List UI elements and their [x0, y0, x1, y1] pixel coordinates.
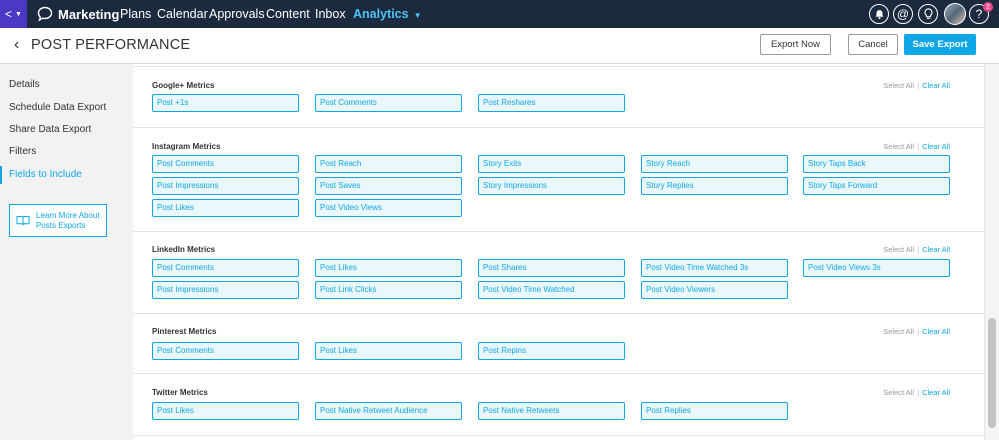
section-actions: Select All | Clear All — [883, 245, 950, 254]
field-chip[interactable]: Story Taps Forward — [803, 177, 950, 195]
notification-badge: 2 — [983, 2, 993, 12]
top-nav: < ▼ Marketing Plans Calendar Approvals Co… — [0, 0, 999, 28]
field-chip[interactable]: Post Replies — [641, 402, 788, 420]
chevron-down-icon: ▼ — [15, 10, 22, 18]
brand-title: Marketing — [58, 7, 120, 22]
field-chip[interactable]: Post Video Viewers — [641, 281, 788, 299]
section-actions: Select All | Clear All — [883, 81, 950, 90]
field-chip[interactable]: Post Impressions — [152, 177, 299, 195]
sidebar-item-share-data-export[interactable]: Share Data Export — [0, 121, 117, 139]
chat-bubble-icon — [37, 6, 53, 22]
field-chip[interactable]: Post Saves — [315, 177, 462, 195]
chevron-down-icon: ▼ — [413, 11, 422, 20]
field-chip[interactable]: Story Replies — [641, 177, 788, 195]
fields-panel: Google+ Metrics Select All | Clear All Pos… — [133, 64, 984, 440]
section-title: Instagram Metrics — [152, 142, 221, 151]
field-chip[interactable]: Post Native Retweets — [478, 402, 625, 420]
field-chip[interactable]: Post Comments — [152, 155, 299, 173]
page-title: POST PERFORMANCE — [31, 37, 191, 53]
section-title: Twitter Metrics — [152, 388, 208, 397]
bell-icon[interactable] — [869, 4, 889, 24]
learn-more-text: Learn More About Posts Exports — [36, 211, 100, 231]
clear-all-link[interactable]: Clear All — [922, 245, 950, 254]
field-chip[interactable]: Post Comments — [315, 94, 462, 112]
field-chip[interactable]: Post Reach — [315, 155, 462, 173]
book-icon — [16, 216, 30, 226]
nav-link-analytics[interactable]: Analytics ▼ — [353, 7, 422, 21]
sidebar-item-filters[interactable]: Filters — [0, 143, 117, 161]
nav-link-approvals[interactable]: Approvals — [209, 7, 265, 21]
field-chip[interactable]: Post Likes — [152, 402, 299, 420]
cancel-button[interactable]: Cancel — [848, 34, 898, 55]
export-now-button[interactable]: Export Now — [760, 34, 831, 55]
save-export-button[interactable]: Save Export — [904, 34, 976, 55]
nav-link-analytics-label: Analytics — [353, 7, 409, 21]
page-header: ‹ POST PERFORMANCE Export Now Cancel Sav… — [0, 28, 999, 64]
clear-all-link[interactable]: Clear All — [922, 327, 950, 336]
field-chip[interactable]: Post Link Clicks — [315, 281, 462, 299]
field-chip[interactable]: Post Comments — [152, 342, 299, 360]
section-actions: Select All | Clear All — [883, 388, 950, 397]
nav-link-content[interactable]: Content — [266, 7, 310, 21]
select-all-link[interactable]: Select All — [883, 245, 914, 254]
field-chip[interactable]: Story Impressions — [478, 177, 625, 195]
section-google-plus: Google+ Metrics Select All | Clear All Pos… — [133, 67, 984, 128]
share-icon: < — [5, 7, 13, 21]
sidebar-item-fields-to-include[interactable]: Fields to Include — [0, 166, 117, 184]
clear-all-link[interactable]: Clear All — [922, 81, 950, 90]
field-chip[interactable]: Post Impressions — [152, 281, 299, 299]
app-switcher-button[interactable]: < ▼ — [0, 0, 27, 28]
section-title: Google+ Metrics — [152, 81, 215, 90]
field-chip[interactable]: Post Video Views 3s — [803, 259, 950, 277]
section-title: LinkedIn Metrics — [152, 245, 216, 254]
sidebar: Details Schedule Data Export Share Data … — [0, 64, 117, 440]
section-linkedin: LinkedIn Metrics Select All | Clear All Po… — [133, 232, 984, 314]
select-all-link[interactable]: Select All — [883, 81, 914, 90]
section-pinterest: Pinterest Metrics Select All | Clear All P… — [133, 314, 984, 374]
field-chip[interactable]: Post Video Time Watched 3s — [641, 259, 788, 277]
scrollbar-thumb[interactable] — [988, 318, 996, 428]
field-chip[interactable]: Post Native Retweet Audience — [315, 402, 462, 420]
back-chevron-icon[interactable]: ‹ — [14, 36, 19, 54]
learn-more-button[interactable]: Learn More About Posts Exports — [9, 204, 107, 237]
field-chip[interactable]: Post Likes — [315, 259, 462, 277]
section-title: Pinterest Metrics — [152, 327, 217, 336]
clear-all-link[interactable]: Clear All — [922, 388, 950, 397]
field-chip[interactable]: Post Reshares — [478, 94, 625, 112]
learn-more-line-1: Learn More About — [36, 210, 100, 220]
nav-link-calendar[interactable]: Calendar — [157, 7, 208, 21]
section-actions: Select All | Clear All — [883, 142, 950, 151]
learn-more-line-2: Posts Exports — [36, 220, 86, 230]
lightbulb-icon[interactable] — [918, 4, 938, 24]
field-chip[interactable]: Post +1s — [152, 94, 299, 112]
clear-all-link[interactable]: Clear All — [922, 142, 950, 151]
nav-link-inbox[interactable]: Inbox — [315, 7, 346, 21]
select-all-link[interactable]: Select All — [883, 327, 914, 336]
field-chip[interactable]: Post Likes — [315, 342, 462, 360]
field-chip[interactable]: Story Reach — [641, 155, 788, 173]
field-chip[interactable]: Post Video Views — [315, 199, 462, 217]
sidebar-item-details[interactable]: Details — [0, 76, 117, 94]
field-chip[interactable]: Post Comments — [152, 259, 299, 277]
field-chip[interactable]: Post Shares — [478, 259, 625, 277]
section-instagram: Instagram Metrics Select All | Clear All P… — [133, 128, 984, 232]
field-chip[interactable]: Story Exits — [478, 155, 625, 173]
mention-icon[interactable]: @ — [893, 4, 913, 24]
user-avatar[interactable] — [944, 3, 966, 25]
section-twitter: Twitter Metrics Select All | Clear All Pos… — [133, 374, 984, 436]
field-chip[interactable]: Story Taps Back — [803, 155, 950, 173]
field-chip[interactable]: Post Likes — [152, 199, 299, 217]
nav-link-plans[interactable]: Plans — [120, 7, 151, 21]
sidebar-item-schedule-data-export[interactable]: Schedule Data Export — [0, 99, 117, 117]
field-chip[interactable]: Post Video Time Watched — [478, 281, 625, 299]
field-chip[interactable]: Post Repins — [478, 342, 625, 360]
select-all-link[interactable]: Select All — [883, 142, 914, 151]
select-all-link[interactable]: Select All — [883, 388, 914, 397]
section-actions: Select All | Clear All — [883, 327, 950, 336]
